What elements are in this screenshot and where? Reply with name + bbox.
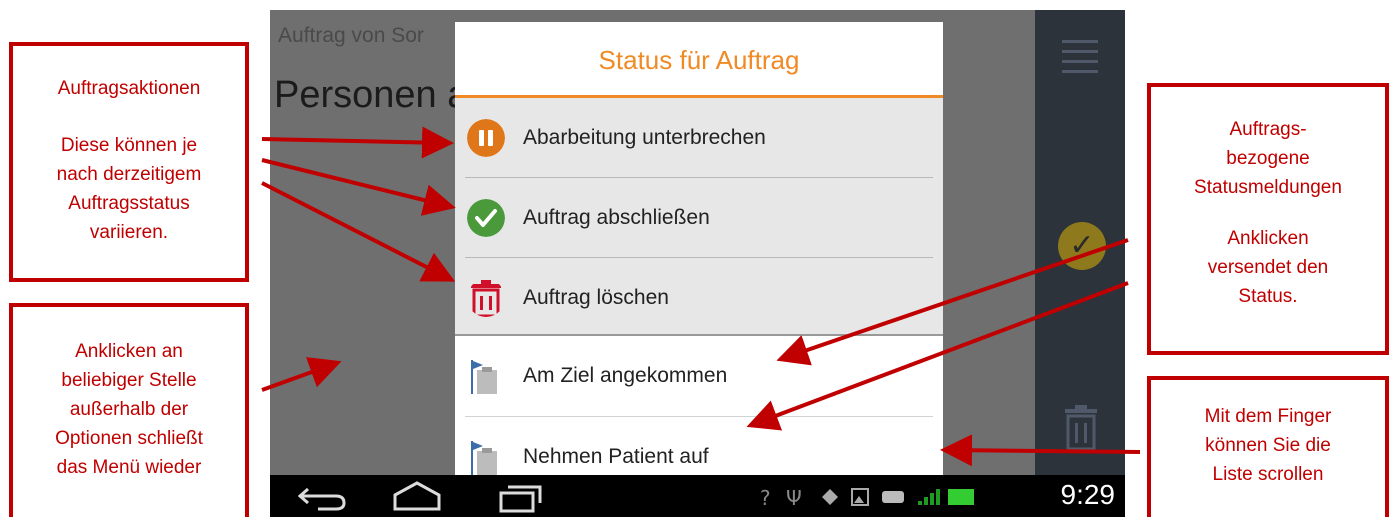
arrow-to-arrived (776, 238, 1129, 366)
arrow-to-list-edge (940, 434, 1141, 467)
arrow-to-outside (261, 357, 342, 392)
annotation-arrows (261, 126, 1141, 467)
arrow-to-pause (261, 126, 454, 159)
